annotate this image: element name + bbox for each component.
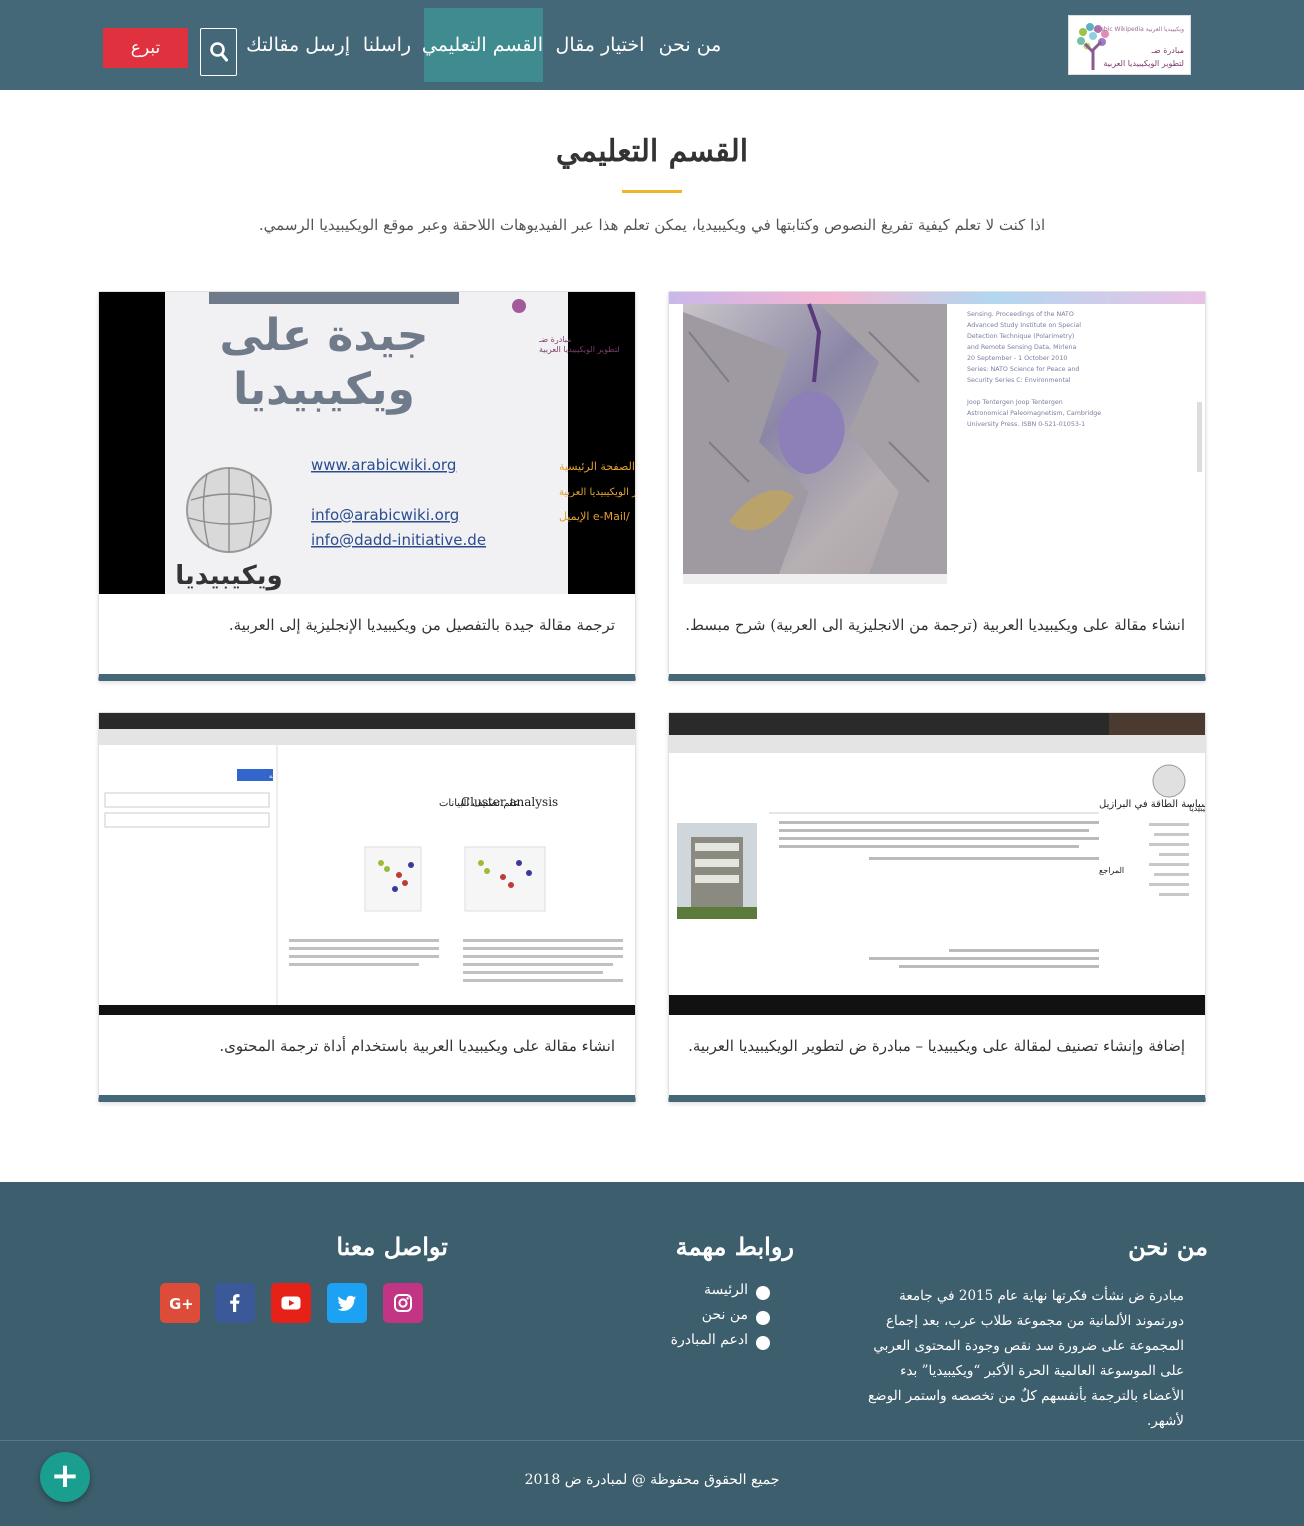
thumb-text-line: Series: NATO Science for Peace and [967, 366, 1079, 373]
copyright-text: جميع الحقوق محفوظة @ لمبادرة ض 2018 [524, 1472, 780, 1488]
thumb-org-2: لتطوير الويكيبيديا العربية [539, 345, 620, 354]
google-plus-button[interactable]: G+ [160, 1283, 200, 1323]
video-card[interactable]: نشر الترجمة Cluster analysis علم تصنيف ا… [98, 712, 636, 1102]
footer-link-label: ادعم المبادرة [670, 1332, 748, 1348]
facebook-button[interactable] [215, 1283, 255, 1323]
thumb-org-1: مبادرة ضـ [538, 335, 571, 344]
footer-link-home[interactable]: الرئيسة [640, 1282, 770, 1307]
footer-contact-title: تواصل معنا [336, 1232, 448, 1261]
video-card[interactable]: ويكيبيديا سياسة الطاقة في البرازيل المرا… [668, 712, 1206, 1102]
thumb-text-line: Advanced Study Institute on Special [967, 322, 1081, 329]
section-intro: اذا كنت لا تعلم كيفية تفريغ النصوص وكتاب… [258, 216, 1046, 234]
thumb-text-line: 20 September - 1 October 2010 [967, 355, 1067, 362]
instagram-icon [394, 1294, 412, 1312]
thumb-text-line: Detection Technique (Polarimetry) [967, 333, 1074, 340]
presentation-video-thumbnail: جيدة على ويكيبيديا مبادرة ضـ لتطوير الوي… [99, 292, 635, 594]
video-caption[interactable]: ترجمة مقالة جيدة بالتفصيل من ويكيبيديا ا… [115, 616, 615, 634]
footer-about-text: مبادرة ض نشأت فكرتها نهاية عام 2015 في ج… [868, 1288, 1184, 1429]
footer-links-list: الرئيسة من نحن ادعم المبادرة [640, 1282, 770, 1357]
nav-submit-article[interactable]: إرسل مقالتك [246, 8, 350, 82]
thumb-text-line: and Remote Sensing Data, Mirlena [967, 344, 1076, 351]
logo-line-1: ويكيبيديا العربية Arabic Wikipedia [1093, 26, 1184, 33]
page-title: القسم التعليمي [555, 134, 749, 169]
nav-contact[interactable]: راسلنا [360, 8, 414, 82]
site-logo[interactable]: ويكيبيديا العربية Arabic Wikipedia مبادر… [1068, 15, 1191, 75]
google-plus-icon: G+ [170, 1295, 192, 1313]
thumb-big-text-2: ويكيبيديا [233, 364, 415, 415]
content-translation-video-thumbnail: نشر الترجمة Cluster analysis علم تصنيف ا… [99, 713, 635, 1015]
title-underline [622, 190, 682, 193]
video-caption[interactable]: انشاء مقالة على ويكيبيديا العربية (ترجمة… [685, 616, 1185, 634]
twitter-icon [337, 1295, 356, 1311]
thumb-wiki-word: ويكيبيديا [175, 561, 282, 591]
footer-link-label: من نحن [701, 1307, 748, 1323]
thumb-mail-label: /e-Mail الإيميل [559, 510, 630, 523]
plus-icon: + [50, 1456, 80, 1496]
thumb-mail-1: info@arabicwiki.org [311, 506, 459, 524]
thumb-text-line: Joop Tentergen Joop Tentergen [966, 399, 1063, 406]
top-navbar: ويكيبيديا العربية Arabic Wikipedia مبادر… [0, 0, 1304, 90]
thumb-text-line: Astronomical Paleomagnetism, Cambridge [967, 410, 1101, 417]
footer-about-title: من نحن [1128, 1232, 1208, 1261]
svg-text:G+: G+ [170, 1295, 192, 1313]
video-caption[interactable]: إضافة وإنشاء تصنيف لمقالة على ويكيبيديا … [685, 1037, 1185, 1055]
thumb-text-line: Sensing. Proceedings of the NATO [967, 311, 1074, 318]
twitter-button[interactable] [327, 1283, 367, 1323]
thumb-refs: المراجع [1099, 866, 1124, 875]
footer-link-label: الرئيسة [704, 1282, 748, 1298]
video-card[interactable]: جيدة على ويكيبيديا مبادرة ضـ لتطوير الوي… [98, 291, 636, 681]
satellite-video-thumbnail: Sensing. Proceedings of the NATO Advance… [669, 292, 1205, 594]
donate-button[interactable]: تبرع [103, 28, 188, 68]
thumb-article-heading: سياسة الطاقة في البرازيل [1099, 799, 1205, 810]
thumb-mail-2: info@dadd-initiative.de [311, 531, 486, 549]
thumb-fb-label: الفيسبوك: مبادرة ضـ لتطوير الويكيبيديا ا… [559, 487, 635, 498]
footer-divider [0, 1440, 1304, 1441]
video-thumbnail[interactable]: نشر الترجمة Cluster analysis علم تصنيف ا… [99, 713, 635, 1015]
site-footer: من نحن مبادرة ض نشأت فكرتها نهاية عام 20… [0, 1182, 1304, 1526]
footer-link-about[interactable]: من نحن [640, 1307, 770, 1332]
nav-choose-article[interactable]: اختيار مقال [552, 8, 648, 82]
thumb-url-1: www.arabicwiki.org [311, 456, 456, 474]
video-thumbnail[interactable]: ويكيبيديا سياسة الطاقة في البرازيل المرا… [669, 713, 1205, 1015]
youtube-button[interactable] [271, 1283, 311, 1323]
search-icon [210, 42, 228, 62]
logo-line-3: لتطوير الويكيبيديا العربية [1103, 59, 1184, 68]
instagram-button[interactable] [383, 1283, 423, 1323]
wikipedia-category-video-thumbnail: ويكيبيديا سياسة الطاقة في البرازيل المرا… [669, 713, 1205, 1015]
thumb-publish-button: نشر الترجمة [269, 773, 301, 780]
logo-line-2: مبادرة ضـ [1151, 46, 1184, 55]
video-card[interactable]: Sensing. Proceedings of the NATO Advance… [668, 291, 1206, 681]
nav-education[interactable]: القسم التعليمي [422, 8, 543, 82]
bullet-icon [756, 1311, 770, 1325]
thumb-url-label: الصفحة الرئيسية [559, 460, 635, 473]
bullet-icon [756, 1286, 770, 1300]
floating-action-button[interactable]: + [40, 1452, 90, 1502]
thumb-right-title: علم تصنيف البيانات [439, 798, 519, 809]
search-button[interactable] [200, 28, 237, 76]
video-caption[interactable]: انشاء مقالة على ويكيبيديا العربية باستخد… [115, 1037, 615, 1055]
youtube-icon [281, 1296, 301, 1310]
video-thumbnail[interactable]: جيدة على ويكيبيديا مبادرة ضـ لتطوير الوي… [99, 292, 635, 594]
footer-link-support[interactable]: ادعم المبادرة [640, 1332, 770, 1357]
facebook-icon [230, 1294, 240, 1312]
thumb-text-line: Security Series C: Environmental [967, 377, 1071, 384]
bullet-icon [756, 1336, 770, 1350]
video-thumbnail[interactable]: Sensing. Proceedings of the NATO Advance… [669, 292, 1205, 594]
thumb-big-text-1: جيدة على [220, 310, 429, 361]
nav-about[interactable]: من نحن [652, 8, 728, 82]
thumb-text-line: University Press. ISBN 0-521-01053-1 [967, 421, 1085, 428]
footer-links-title: روابط مهمة [675, 1232, 794, 1261]
